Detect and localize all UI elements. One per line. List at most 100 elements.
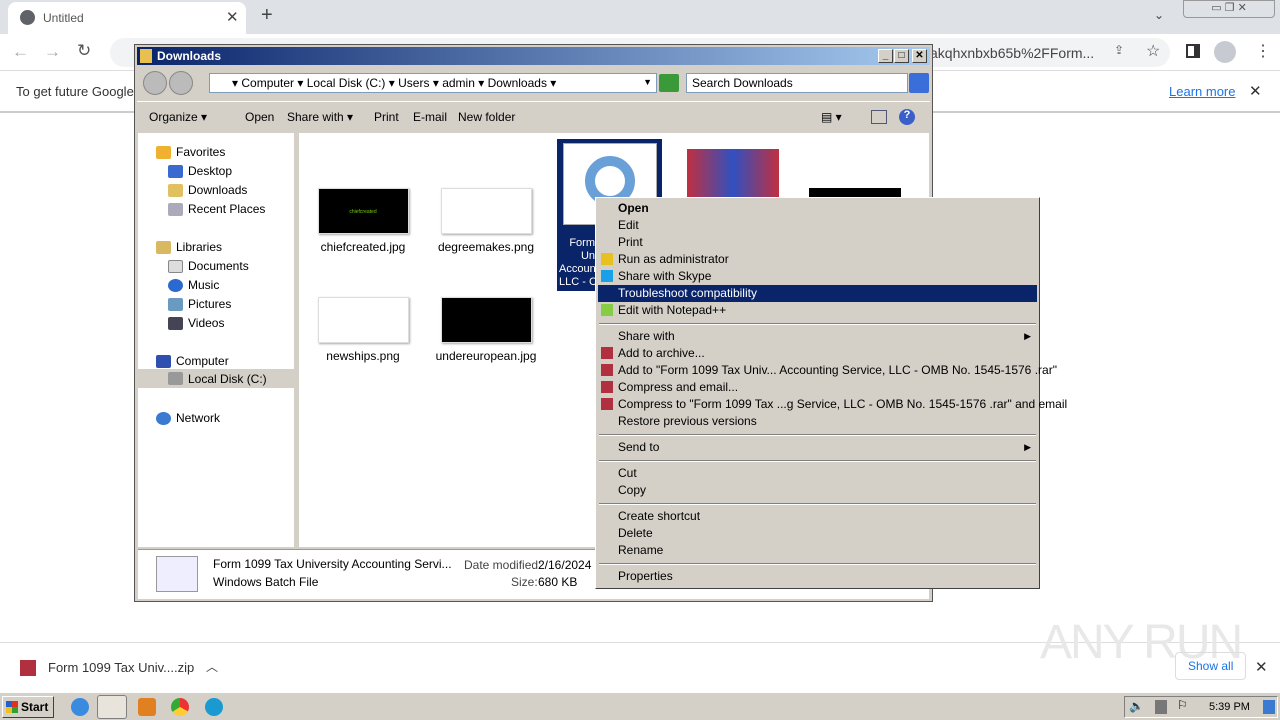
file-item[interactable]: degreemakes.png — [426, 188, 546, 254]
explorer-taskbar-icon[interactable] — [97, 695, 127, 719]
crumb-users[interactable]: Users — [398, 76, 429, 90]
learn-more-link[interactable]: Learn more — [1169, 84, 1235, 99]
nav-downloads[interactable]: Downloads — [168, 183, 247, 197]
print-button[interactable]: Print — [374, 110, 399, 124]
crumb-computer[interactable]: Computer — [241, 76, 294, 90]
menu-icon[interactable]: ⋮ — [1255, 41, 1271, 61]
nav-documents[interactable]: Documents — [168, 259, 249, 273]
menu-item-properties[interactable]: Properties — [598, 568, 1037, 585]
action-center-flag-icon[interactable]: ⚐ — [1177, 698, 1188, 712]
view-icon[interactable]: ▤ ▾ — [821, 110, 842, 124]
download-item[interactable]: Form 1099 Tax Univ....zip — [48, 660, 194, 675]
chrome-icon[interactable] — [171, 698, 189, 716]
media-player-icon[interactable] — [138, 698, 156, 716]
close-tab-icon[interactable]: ✕ — [226, 8, 239, 26]
download-options-icon[interactable]: ︿ — [206, 658, 218, 675]
nav-pictures[interactable]: Pictures — [168, 297, 231, 311]
file-item[interactable]: newships.png — [303, 297, 423, 363]
menu-item-copy[interactable]: Copy — [598, 482, 1037, 499]
menu-item-label: Cut — [618, 466, 637, 480]
preview-pane-icon[interactable] — [871, 110, 887, 124]
title-bar[interactable]: Downloads _ □ ✕ — [137, 47, 930, 65]
maximize-button[interactable]: □ — [894, 49, 909, 63]
clock[interactable]: 5:39 PM — [1209, 701, 1250, 713]
crumb-admin[interactable]: admin — [442, 76, 475, 90]
file-name: Form Un Accoun LLC - C — [559, 237, 597, 288]
menu-item-add-to-form-1099-tax-univ-accounting-ser[interactable]: Add to "Form 1099 Tax Univ... Accounting… — [598, 362, 1057, 379]
back-icon[interactable]: ← — [12, 42, 29, 62]
menu-item-rename[interactable]: Rename — [598, 542, 1037, 559]
new-tab-button[interactable]: + — [261, 4, 273, 27]
menu-item-edit[interactable]: Edit — [598, 217, 1037, 234]
winrar-icon — [601, 364, 613, 376]
forward-button[interactable] — [169, 71, 193, 95]
search-input[interactable]: Search Downloads — [686, 73, 908, 93]
menu-item-compress-and-email[interactable]: Compress and email... — [598, 379, 1037, 396]
menu-item-edit-with-notepad[interactable]: Edit with Notepad++ — [598, 302, 1037, 319]
show-desktop-icon[interactable] — [1263, 700, 1275, 714]
file-item[interactable]: undereuropean.jpg — [426, 297, 546, 363]
nav-favorites[interactable]: Favorites — [156, 145, 225, 159]
nav-music[interactable]: Music — [168, 278, 219, 292]
folder-icon — [140, 49, 152, 63]
browser-tab[interactable]: Untitled ✕ — [8, 2, 246, 34]
share-with-button[interactable]: Share with ▾ — [287, 110, 353, 124]
search-icon[interactable] — [909, 73, 929, 93]
breadcrumb[interactable]: ▾ Computer ▾ Local Disk (C:) ▾ Users ▾ a… — [209, 73, 657, 93]
ie-icon[interactable] — [71, 698, 89, 716]
menu-item-send-to[interactable]: Send to ▶ — [598, 439, 1037, 456]
details-size-label: Size: — [511, 575, 538, 589]
menu-item-create-shortcut[interactable]: Create shortcut — [598, 508, 1037, 525]
tab-search-icon[interactable]: ⌄ — [1154, 8, 1164, 22]
music-icon — [168, 278, 183, 292]
menu-item-share-with[interactable]: Share with ▶ — [598, 328, 1037, 345]
new-folder-button[interactable]: New folder — [458, 110, 515, 124]
menu-item-run-as-administrator[interactable]: Run as administrator — [598, 251, 1037, 268]
menu-item-add-to-archive[interactable]: Add to archive... — [598, 345, 1037, 362]
recent-places-icon — [168, 202, 183, 216]
crumb-local-disk[interactable]: Local Disk (C:) — [307, 76, 386, 90]
nav-local-disk[interactable]: Local Disk (C:) — [138, 369, 294, 388]
nav-recent-places[interactable]: Recent Places — [168, 202, 265, 216]
forward-icon[interactable]: → — [44, 42, 61, 62]
back-button[interactable] — [143, 71, 167, 95]
volume-icon[interactable]: 🔈 — [1129, 699, 1144, 713]
profile-avatar[interactable] — [1214, 41, 1236, 63]
menu-item-delete[interactable]: Delete — [598, 525, 1037, 542]
close-button[interactable]: ✕ — [912, 49, 927, 63]
menu-item-share-with-skype[interactable]: Share with Skype — [598, 268, 1037, 285]
menu-item-troubleshoot-compatibility[interactable]: Troubleshoot compatibility — [598, 285, 1037, 302]
nav-videos[interactable]: Videos — [168, 316, 224, 330]
help-icon[interactable]: ? — [899, 109, 915, 125]
file-item[interactable]: chiefcreated chiefcreated.jpg — [303, 188, 423, 254]
window-controls[interactable]: ▭ ❐ ✕ — [1183, 0, 1275, 18]
show-all-button[interactable]: Show all — [1175, 652, 1247, 680]
menu-item-label: Compress and email... — [618, 380, 739, 394]
menu-item-restore-previous-versions[interactable]: Restore previous versions — [598, 413, 1037, 430]
menu-item-open[interactable]: Open — [598, 200, 1037, 217]
nav-network[interactable]: Network — [156, 411, 220, 425]
menu-item-compress-to-form-1099-tax-g-service-llc-[interactable]: Compress to "Form 1099 Tax ...g Service,… — [598, 396, 1067, 413]
nav-libraries[interactable]: Libraries — [156, 240, 222, 254]
bookmark-star-icon[interactable]: ☆ — [1146, 41, 1160, 61]
side-panel-icon[interactable] — [1186, 44, 1200, 58]
close-shelf-icon[interactable]: ✕ — [1255, 658, 1268, 676]
menu-item-cut[interactable]: Cut — [598, 465, 1037, 482]
organize-button[interactable]: Organize ▾ — [149, 110, 207, 124]
refresh-icon[interactable] — [659, 74, 679, 92]
crumb-downloads[interactable]: Downloads — [488, 76, 547, 90]
download-shelf: Form 1099 Tax Univ....zip ︿ ANY RUN Show… — [0, 616, 1280, 692]
nav-desktop[interactable]: Desktop — [168, 164, 232, 178]
open-button[interactable]: Open — [245, 110, 274, 124]
close-infobar-icon[interactable]: ✕ — [1249, 82, 1262, 100]
share-icon[interactable]: ⇪ — [1114, 43, 1124, 57]
nav-computer[interactable]: Computer — [156, 354, 229, 368]
reload-icon[interactable]: ↻ — [77, 41, 91, 61]
history-dropdown-icon[interactable]: ▼ — [643, 77, 652, 87]
network-tray-icon[interactable] — [1155, 700, 1167, 714]
menu-item-print[interactable]: Print — [598, 234, 1037, 251]
email-button[interactable]: E-mail — [413, 110, 447, 124]
edge-icon[interactable] — [205, 698, 223, 716]
start-button[interactable]: Start — [2, 696, 54, 718]
minimize-button[interactable]: _ — [878, 49, 893, 63]
